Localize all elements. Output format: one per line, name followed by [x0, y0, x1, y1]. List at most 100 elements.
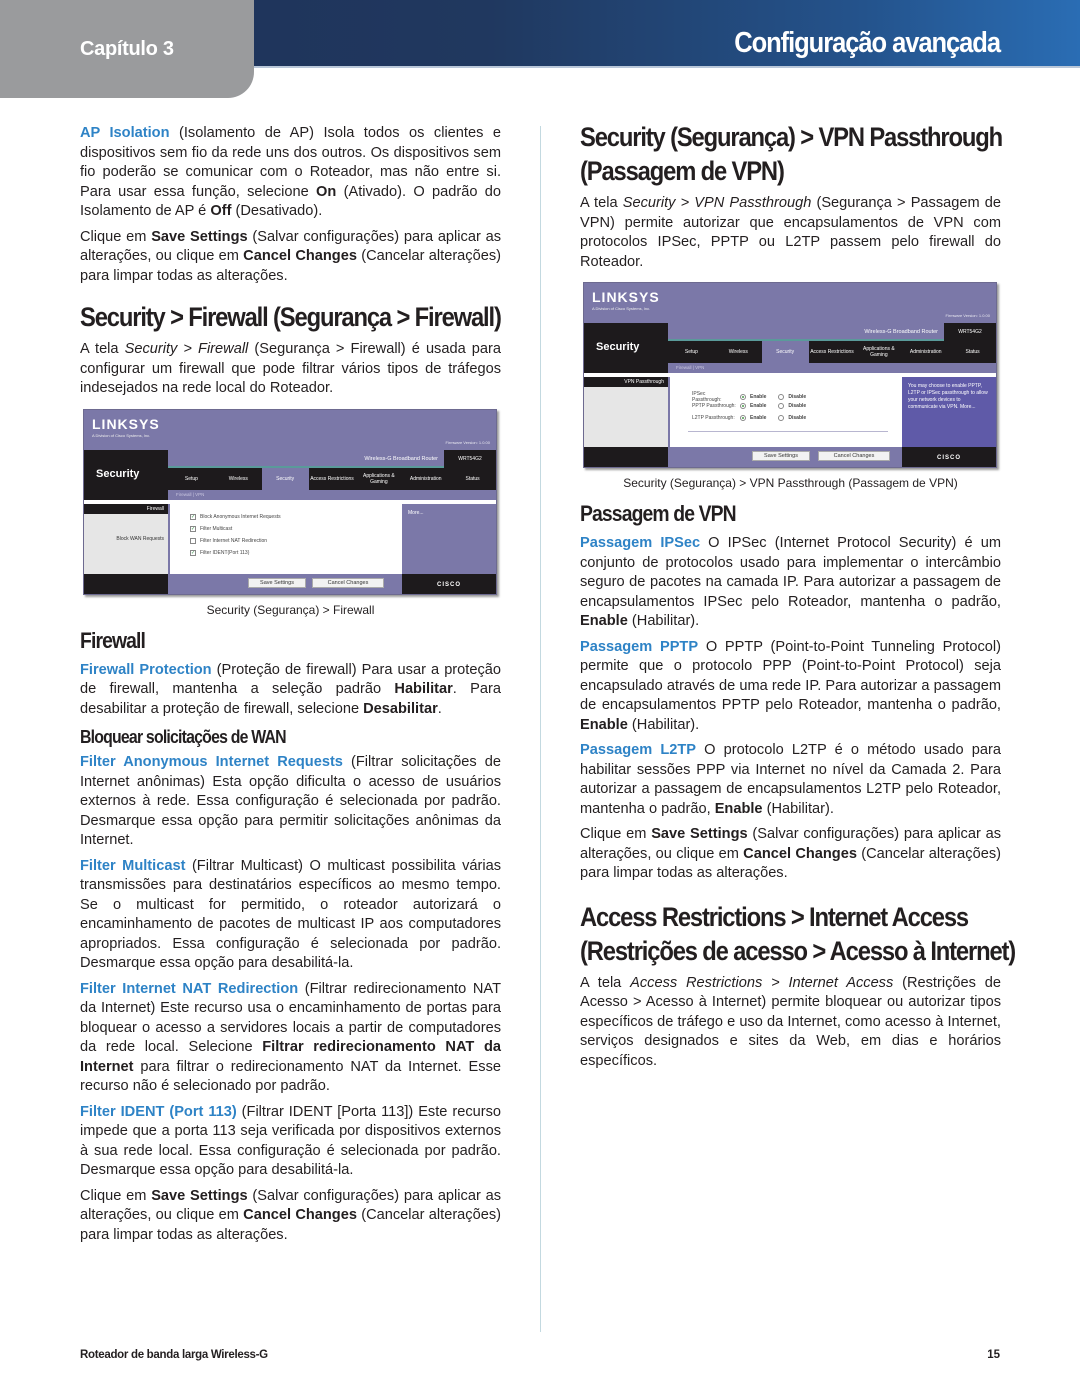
shot-vpn-row: L2TP Passthrough: Enable Disable [692, 415, 806, 421]
shot-tab: Access Restrictions [310, 475, 354, 482]
bold: Enable [580, 613, 628, 629]
left-column: AP Isolation (Isolamento de AP) Isola to… [80, 124, 502, 1251]
shot-help-panel: More... [402, 503, 496, 574]
shot-tabs: Setup Wireless Security Access Restricti… [168, 467, 496, 490]
text: A tela [580, 195, 623, 211]
shot-tab: Status [965, 349, 980, 355]
shot-cancel-button: Cancel Changes [818, 451, 890, 461]
text: A tela [80, 341, 125, 357]
vpn-intro: A tela Security > VPN Passthrough (Segur… [580, 194, 1001, 272]
text: . [437, 700, 442, 717]
text: Clique em [80, 228, 152, 245]
disable-label: Disable [788, 394, 807, 400]
save-settings-paragraph: Clique em Save Settings (Salvar configur… [80, 1187, 501, 1246]
filter-ident-paragraph: Filter IDENT (Port 113) (Filtrar IDENT [… [80, 1103, 501, 1181]
figure-caption: Security (Segurança) > VPN Passthrough (… [623, 476, 958, 490]
page-header-title: Configuração avançada [734, 27, 1001, 59]
bold: Enable [580, 716, 628, 733]
term-filter-ident: Filter IDENT (Port 113) [80, 1103, 237, 1120]
right-column: Security (Segurança) > VPN Passthrough (… [580, 120, 1016, 1077]
option-label: Filter Multicast [200, 525, 233, 532]
radio-selected-icon [740, 394, 746, 400]
shot-sidebar-label: VPN Passthrough [584, 377, 668, 387]
chapter-tab: Capítulo 3 [0, 0, 254, 98]
shot-cancel-button: Cancel Changes [312, 577, 384, 588]
row-label: PPTP Passthrough: [692, 403, 736, 409]
chapter-label: Capítulo 3 [80, 38, 174, 60]
shot-tab: Setup [684, 349, 698, 355]
shot-subtabs: Firewall | VPN [668, 363, 996, 373]
shot-tab: Applications & Gaming [363, 472, 395, 485]
shot-model: WRT54G2 [944, 323, 996, 341]
shot-sidebar-body [584, 387, 668, 447]
row-label: L2TP Passthrough: [692, 415, 735, 421]
text: (Desativado). [231, 203, 323, 219]
bold-save-settings: Save Settings [151, 228, 248, 245]
bold-cancel-changes: Cancel Changes [743, 845, 857, 862]
shot-tab: Wireless [728, 349, 748, 355]
bold-off: Off [210, 203, 232, 219]
enable-label: Enable [750, 403, 767, 409]
header-rule [240, 66, 1080, 68]
italic-path: Access Restrictions > Internet Access [630, 974, 894, 991]
radio-selected-icon [740, 415, 746, 421]
term-l2tp: Passagem L2TP [580, 742, 697, 758]
bold: Enable [714, 800, 763, 817]
text: (Habilitar). [627, 613, 700, 629]
option-label: Filter Internet NAT Redirection [200, 537, 268, 544]
shot-product-name: Wireless-G Broadband Router [864, 329, 938, 335]
term-pptp: Passagem PPTP [580, 638, 699, 655]
text: (Habilitar). [627, 716, 700, 733]
disable-label: Disable [788, 403, 807, 409]
filter-multicast-paragraph: Filter Multicast (Filtrar Multicast) O m… [80, 857, 501, 974]
option-label: Filter IDENT(Port 113) [200, 549, 250, 556]
ap-isolation-paragraph: AP Isolation (Isolamento de AP) Isola to… [80, 124, 501, 222]
shot-footer-left [84, 573, 168, 594]
shot-vpn-row: IPSec Passthrough: Enable Disable [692, 391, 806, 403]
bold: Desabilitar [363, 700, 438, 717]
subheading-block-wan: Bloquear solicitações de WAN [80, 727, 287, 747]
text: (Filtrar Multicast) O multicast possibil… [80, 857, 501, 972]
shot-content: IPSec Passthrough: Enable Disable PPTP P… [670, 377, 902, 447]
filter-nat-paragraph: Filter Internet NAT Redirection (Filtrar… [80, 980, 501, 1097]
subheading-vpn: Passagem de VPN [580, 501, 737, 526]
term-filter-nat: Filter Internet NAT Redirection [80, 980, 299, 997]
linksys-logo: LINKSYS [92, 415, 160, 432]
radio-selected-icon [740, 403, 746, 409]
ipsec-paragraph: Passagem IPSec O IPSec (Internet Protoco… [580, 534, 1001, 632]
column-divider [540, 126, 541, 1332]
shot-save-button: Save Settings [752, 451, 810, 461]
text: (Habilitar). [762, 800, 834, 817]
firewall-intro: A tela Security > Firewall (Segurança > … [80, 340, 501, 399]
firewall-screenshot: LINKSYS A Division of Cisco Systems, Inc… [83, 408, 497, 595]
shot-tab: Administration [409, 475, 442, 482]
italic-path: Security > Firewall [124, 341, 249, 357]
term-ipsec: Passagem IPSec [580, 535, 701, 551]
shot-tab: Status [465, 475, 480, 482]
cisco-logo: CISCO [902, 447, 996, 467]
section-heading-firewall: Security > Firewall (Segurança > Firewal… [80, 302, 502, 332]
term-filter-multicast: Filter Multicast [80, 857, 186, 874]
access-intro: A tela Access Restrictions > Internet Ac… [580, 974, 1001, 1072]
shot-tab: Setup [184, 475, 198, 482]
firewall-protection-paragraph: Firewall Protection (Proteção de firewal… [80, 661, 501, 720]
shot-tab: Applications & Gaming [863, 346, 895, 358]
enable-label: Enable [750, 394, 767, 400]
row-label: IPSec Passthrough: [692, 391, 722, 403]
shot-sidebar-label: Firewall [84, 503, 168, 514]
bold-save-settings: Save Settings [651, 826, 748, 842]
text: A tela [580, 974, 631, 991]
shot-tab-active: Security [261, 467, 309, 490]
bold-cancel-changes: Cancel Changes [243, 248, 357, 264]
radio-icon [778, 415, 785, 421]
section-heading-vpn: Security (Segurança) > VPN Passthrough [580, 122, 1003, 152]
shot-tab: Access Restrictions [810, 349, 854, 355]
shot-option: Filter Internet NAT Redirection [190, 537, 268, 544]
shot-model: WRT54G2 [444, 449, 496, 468]
shot-vpn-row: PPTP Passthrough: Enable Disable [692, 403, 806, 409]
term-firewall-protection: Firewall Protection [80, 661, 212, 678]
shot-tab: Wireless [228, 475, 248, 482]
option-label: Block Anonymous Internet Requests [200, 513, 281, 520]
text: Clique em [580, 826, 652, 842]
shot-rule [688, 431, 888, 432]
